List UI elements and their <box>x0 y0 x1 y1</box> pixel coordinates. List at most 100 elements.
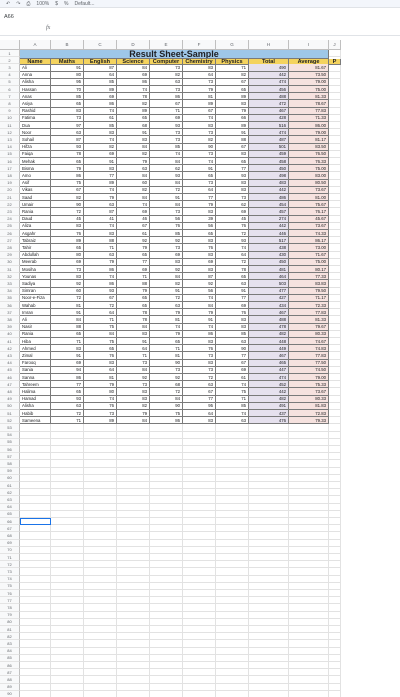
score-cell[interactable]: 427 <box>249 294 289 302</box>
row-header[interactable]: 8 <box>0 100 20 108</box>
grid-cell[interactable] <box>329 78 341 86</box>
row-header[interactable]: 75 <box>0 582 20 590</box>
grid-cell[interactable] <box>329 71 341 79</box>
score-cell[interactable]: 80 <box>51 71 84 79</box>
grid-cell[interactable] <box>329 676 341 684</box>
grid-cell[interactable] <box>183 474 216 482</box>
score-cell[interactable]: 74 <box>216 410 249 418</box>
score-cell[interactable]: 81 <box>183 93 216 101</box>
student-name-cell[interactable]: Anna <box>20 71 51 79</box>
row-header[interactable]: 42 <box>0 345 20 353</box>
score-cell[interactable]: 63 <box>150 302 183 310</box>
score-cell[interactable]: 74 <box>84 136 117 144</box>
score-cell[interactable]: 63 <box>117 165 150 173</box>
grid-cell[interactable] <box>329 568 341 576</box>
grid-cell[interactable] <box>329 136 341 144</box>
grid-cell[interactable] <box>84 554 117 562</box>
score-cell[interactable]: 476 <box>249 417 289 425</box>
score-cell[interactable]: 83 <box>51 222 84 230</box>
score-cell[interactable]: 88 <box>216 136 249 144</box>
grid-cell[interactable] <box>183 669 216 677</box>
grid-cell[interactable] <box>329 273 341 281</box>
grid-cell[interactable] <box>216 474 249 482</box>
score-cell[interactable]: 83.00 <box>289 172 329 180</box>
grid-cell[interactable] <box>20 597 51 605</box>
grid-cell[interactable] <box>20 568 51 576</box>
score-cell[interactable]: 83 <box>183 208 216 216</box>
score-cell[interactable]: 86 <box>150 417 183 425</box>
grid-cell[interactable] <box>289 453 329 461</box>
score-cell[interactable]: 84 <box>150 395 183 403</box>
score-cell[interactable]: 69 <box>183 258 216 266</box>
grid-cell[interactable] <box>249 510 289 518</box>
student-name-cell[interactable]: Imran <box>20 309 51 317</box>
student-name-cell[interactable]: Halima <box>20 388 51 396</box>
grid-cell[interactable] <box>329 431 341 439</box>
score-cell[interactable]: 83 <box>216 186 249 194</box>
grid-cell[interactable] <box>289 554 329 562</box>
score-cell[interactable]: 71 <box>117 273 150 281</box>
score-cell[interactable]: 63 <box>84 251 117 259</box>
grid-cell[interactable] <box>150 554 183 562</box>
score-cell[interactable]: 83 <box>183 417 216 425</box>
student-name-cell[interactable]: Rashid <box>20 107 51 115</box>
grid-cell[interactable] <box>84 618 117 626</box>
score-cell[interactable]: 69 <box>117 208 150 216</box>
score-cell[interactable]: 77.33 <box>289 273 329 281</box>
grid-cell[interactable] <box>289 582 329 590</box>
grid-cell[interactable] <box>117 690 150 697</box>
grid-cell[interactable] <box>289 590 329 598</box>
undo-icon[interactable]: ↶ <box>6 1 10 7</box>
grid-cell[interactable] <box>20 503 51 511</box>
column-header-i[interactable]: I <box>289 40 329 50</box>
score-cell[interactable]: 83 <box>183 338 216 346</box>
score-cell[interactable]: 483 <box>249 179 289 187</box>
grid-cell[interactable] <box>183 582 216 590</box>
score-cell[interactable]: 67 <box>183 388 216 396</box>
grid-cell[interactable] <box>183 640 216 648</box>
student-name-cell[interactable]: Hamad <box>20 395 51 403</box>
row-header[interactable]: 63 <box>0 496 20 504</box>
row-header[interactable]: 80 <box>0 618 20 626</box>
score-cell[interactable]: 76 <box>84 402 117 410</box>
score-cell[interactable]: 91 <box>216 129 249 137</box>
grid-cell[interactable] <box>329 230 341 238</box>
row-header[interactable]: 45 <box>0 366 20 374</box>
score-cell[interactable]: 74 <box>183 294 216 302</box>
score-cell[interactable]: 488 <box>249 93 289 101</box>
score-cell[interactable]: 75 <box>84 338 117 346</box>
grid-cell[interactable] <box>84 431 117 439</box>
score-cell[interactable]: 79 <box>84 381 117 389</box>
grid-cell[interactable] <box>329 194 341 202</box>
student-name-cell[interactable]: Amo <box>20 172 51 180</box>
score-cell[interactable]: 79.00 <box>289 374 329 382</box>
score-cell[interactable]: 93 <box>51 143 84 151</box>
student-name-cell[interactable]: Anas <box>20 93 51 101</box>
grid-cell[interactable] <box>289 482 329 490</box>
row-header[interactable]: 32 <box>0 273 20 281</box>
row-header[interactable]: 16 <box>0 158 20 166</box>
grid-cell[interactable] <box>329 489 341 497</box>
score-cell[interactable]: 83 <box>216 100 249 108</box>
score-cell[interactable]: 83 <box>117 330 150 338</box>
score-cell[interactable]: 45 <box>51 215 84 223</box>
score-cell[interactable]: 73 <box>183 129 216 137</box>
grid-cell[interactable] <box>150 438 183 446</box>
grid-cell[interactable] <box>183 575 216 583</box>
score-cell[interactable]: 56 <box>150 215 183 223</box>
score-cell[interactable]: 91 <box>183 316 216 324</box>
score-cell[interactable]: 77 <box>216 165 249 173</box>
grid-cell[interactable] <box>216 525 249 533</box>
grid-cell[interactable] <box>51 575 84 583</box>
row-header[interactable]: 11 <box>0 122 20 130</box>
grid-cell[interactable] <box>84 482 117 490</box>
grid-cell[interactable] <box>329 525 341 533</box>
row-header[interactable]: 64 <box>0 503 20 511</box>
score-cell[interactable]: 84 <box>117 143 150 151</box>
grid-cell[interactable] <box>216 460 249 468</box>
student-name-cell[interactable]: Fatima <box>20 114 51 122</box>
score-cell[interactable]: 83.50 <box>289 143 329 151</box>
score-cell[interactable]: 72 <box>183 374 216 382</box>
score-cell[interactable]: 83 <box>216 150 249 158</box>
score-cell[interactable]: 83.83 <box>289 280 329 288</box>
